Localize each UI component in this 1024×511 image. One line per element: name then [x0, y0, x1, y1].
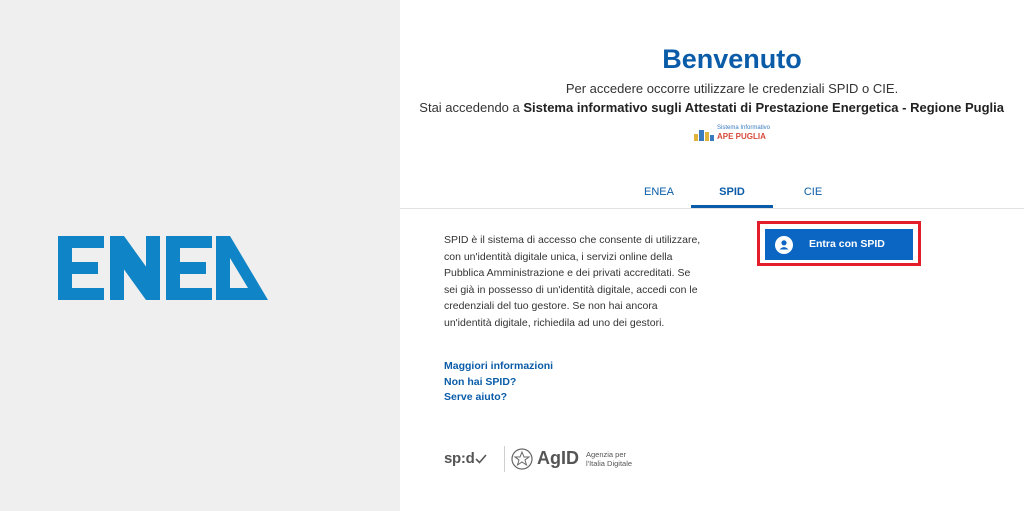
service-info: Stai accedendo a Sistema informativo sug…: [400, 100, 1004, 115]
login-tabs: ENEA SPID CIE: [400, 182, 1024, 209]
italian-emblem-icon: [511, 448, 533, 470]
footer-logos: sp:d AgID Agenzia per l'Italia Digitale: [444, 444, 664, 474]
help-link[interactable]: Serve aiuto?: [444, 390, 553, 406]
page-subtitle: Per accedere occorre utilizzare le crede…: [565, 81, 899, 96]
no-spid-link[interactable]: Non hai SPID?: [444, 375, 553, 391]
service-logo: Sistema Informativo APE PUGLIA: [693, 124, 783, 144]
more-info-link[interactable]: Maggiori informazioni: [444, 359, 553, 375]
agid-logo: AgID: [537, 448, 579, 468]
service-logo-small: Sistema Informativo: [717, 125, 771, 131]
spid-login-button[interactable]: Entra con SPID: [765, 229, 913, 260]
tab-spid[interactable]: SPID: [691, 182, 773, 208]
page-title: Benvenuto: [662, 44, 802, 74]
check-icon: [475, 454, 488, 464]
tab-enea[interactable]: ENEA: [630, 182, 688, 207]
access-prefix: Stai accedendo a: [419, 100, 524, 115]
spid-login-label: Entra con SPID: [809, 238, 885, 250]
left-panel: [0, 0, 400, 511]
help-links: Maggiori informazioni Non hai SPID? Serv…: [444, 359, 553, 406]
login-panel: Benvenuto Per accedere occorre utilizzar…: [400, 0, 1024, 511]
tab-cie[interactable]: CIE: [784, 182, 842, 207]
spid-logo: sp:d: [444, 450, 488, 467]
service-name: Sistema informativo sugli Attestati di P…: [523, 100, 1004, 115]
enea-logo: [58, 236, 268, 300]
user-icon: [775, 236, 793, 254]
buildings-icon: [694, 130, 714, 141]
spid-description: SPID è il sistema di accesso che consent…: [444, 234, 701, 329]
service-logo-big: APE PUGLIA: [717, 132, 766, 141]
footer-divider: [504, 446, 505, 472]
agid-description: Agenzia per l'Italia Digitale: [586, 450, 633, 468]
